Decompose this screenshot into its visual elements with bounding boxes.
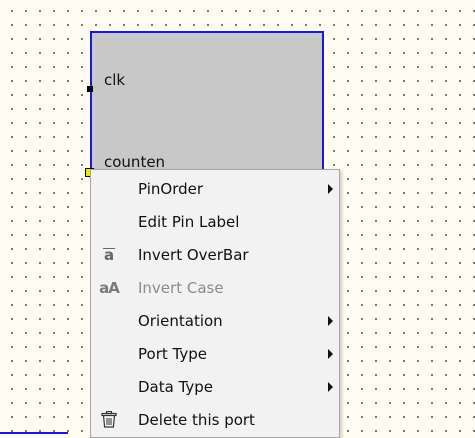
menu-item-port-type[interactable]: Port Type <box>91 337 339 370</box>
submenu-arrow-icon <box>328 349 333 359</box>
menu-item-label: Delete this port <box>138 410 255 429</box>
menu-item-label: Data Type <box>138 377 214 396</box>
pin-label-clk[interactable]: clk <box>104 71 125 89</box>
menu-item-invert-case: aA Invert Case <box>91 271 339 304</box>
submenu-arrow-icon <box>328 316 333 326</box>
menu-item-pinorder[interactable]: PinOrder <box>91 172 339 205</box>
submenu-arrow-icon <box>328 184 333 194</box>
schematic-block[interactable]: clk counten <box>90 31 324 191</box>
menu-item-edit-pin-label[interactable]: Edit Pin Label <box>91 205 339 238</box>
trash-icon <box>91 403 127 436</box>
menu-item-label: Orientation <box>138 311 223 330</box>
menu-item-label: Port Type <box>138 344 207 363</box>
context-menu: PinOrder Edit Pin Label a Invert OverBar… <box>90 169 340 438</box>
menu-item-label: PinOrder <box>138 179 204 198</box>
menu-item-data-type[interactable]: Data Type <box>91 370 339 403</box>
menu-item-orientation[interactable]: Orientation <box>91 304 339 337</box>
submenu-arrow-icon <box>328 382 333 392</box>
menu-item-invert-overbar[interactable]: a Invert OverBar <box>91 238 339 271</box>
menu-item-label: Edit Pin Label <box>138 212 240 231</box>
menu-item-label: Invert Case <box>138 278 224 297</box>
overbar-icon: a <box>102 245 116 264</box>
menu-item-delete-port[interactable]: Delete this port <box>91 403 339 436</box>
pin-marker-clk[interactable] <box>87 86 93 92</box>
case-icon: aA <box>99 278 120 297</box>
wire-segment <box>0 432 68 434</box>
menu-item-label: Invert OverBar <box>138 245 249 264</box>
